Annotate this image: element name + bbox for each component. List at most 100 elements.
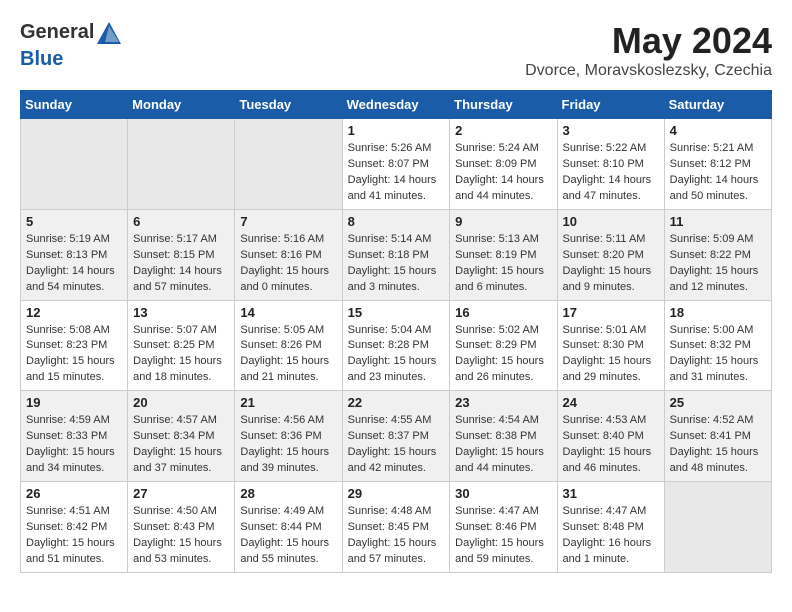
day-info: Sunrise: 4:52 AMSunset: 8:41 PMDaylight:… <box>670 413 766 477</box>
day-header-thursday: Thursday <box>450 91 557 119</box>
calendar-body: 1 Sunrise: 5:26 AMSunset: 8:07 PMDaylight… <box>21 119 772 573</box>
day-number: 23 <box>455 395 551 410</box>
day-number: 13 <box>133 305 229 320</box>
calendar-cell: 4 Sunrise: 5:21 AMSunset: 8:12 PMDaylight… <box>664 119 771 210</box>
day-info: Sunrise: 4:59 AMSunset: 8:33 PMDaylight:… <box>26 413 122 477</box>
day-number: 5 <box>26 214 122 229</box>
calendar-cell: 11Sunrise: 5:09 AMSunset: 8:22 PMDayligh… <box>664 209 771 300</box>
calendar-cell: 2Sunrise: 5:24 AMSunset: 8:09 PMDaylight… <box>450 119 557 210</box>
day-number: 1 <box>348 123 445 138</box>
calendar-cell <box>664 482 771 573</box>
day-info: Sunrise: 5:21 AMSunset: 8:12 PMDaylight:… <box>670 141 766 205</box>
calendar-cell: 9 Sunrise: 5:13 AMSunset: 8:19 PMDaylight… <box>450 209 557 300</box>
calendar-cell: 20Sunrise: 4:57 AMSunset: 8:34 PMDayligh… <box>128 391 235 482</box>
calendar-week-5: 26 Sunrise: 4:51 AMSunset: 8:42 PMDayligh… <box>21 482 772 573</box>
day-header-monday: Monday <box>128 91 235 119</box>
day-info: Sunrise: 5:00 AMSunset: 8:32 PMDaylight:… <box>670 323 766 387</box>
calendar-week-4: 19 Sunrise: 4:59 AMSunset: 8:33 PMDayligh… <box>21 391 772 482</box>
calendar-cell: 21Sunrise: 4:56 AMSunset: 8:36 PMDayligh… <box>235 391 342 482</box>
calendar-cell <box>128 119 235 210</box>
day-number: 3 <box>563 123 659 138</box>
calendar-cell: 16Sunrise: 5:02 AMSunset: 8:29 PMDayligh… <box>450 300 557 391</box>
calendar-cell: 8Sunrise: 5:14 AMSunset: 8:18 PMDaylight… <box>342 209 450 300</box>
day-number: 25 <box>670 395 766 410</box>
day-number: 28 <box>240 486 336 501</box>
calendar-cell: 19 Sunrise: 4:59 AMSunset: 8:33 PMDayligh… <box>21 391 128 482</box>
day-info: Sunrise: 5:05 AMSunset: 8:26 PMDaylight:… <box>240 323 336 387</box>
calendar-cell: 27 Sunrise: 4:50 AMSunset: 8:43 PMDayligh… <box>128 482 235 573</box>
calendar-cell: 14 Sunrise: 5:05 AMSunset: 8:26 PMDayligh… <box>235 300 342 391</box>
calendar-cell: 22Sunrise: 4:55 AMSunset: 8:37 PMDayligh… <box>342 391 450 482</box>
day-number: 6 <box>133 214 229 229</box>
calendar-cell: 12Sunrise: 5:08 AMSunset: 8:23 PMDayligh… <box>21 300 128 391</box>
title-section: May 2024 Dvorce, Moravskoslezsky, Czechi… <box>525 20 772 80</box>
calendar-cell: 24 Sunrise: 4:53 AMSunset: 8:40 PMDayligh… <box>557 391 664 482</box>
day-info: Sunrise: 4:47 AMSunset: 8:48 PMDaylight:… <box>563 504 659 568</box>
day-number: 9 <box>455 214 551 229</box>
day-info: Sunrise: 5:19 AMSunset: 8:13 PMDaylight:… <box>26 232 122 296</box>
calendar-cell: 7 Sunrise: 5:16 AMSunset: 8:16 PMDaylight… <box>235 209 342 300</box>
calendar-cell: 6 Sunrise: 5:17 AMSunset: 8:15 PMDaylight… <box>128 209 235 300</box>
calendar-cell: 17 Sunrise: 5:01 AMSunset: 8:30 PMDayligh… <box>557 300 664 391</box>
day-info: Sunrise: 5:17 AMSunset: 8:15 PMDaylight:… <box>133 232 229 296</box>
logo-text: General Blue <box>20 20 124 71</box>
calendar-cell: 23 Sunrise: 4:54 AMSunset: 8:38 PMDayligh… <box>450 391 557 482</box>
day-info: Sunrise: 4:47 AMSunset: 8:46 PMDaylight:… <box>455 504 551 568</box>
day-info: Sunrise: 4:49 AMSunset: 8:44 PMDaylight:… <box>240 504 336 568</box>
logo-icon <box>95 20 123 48</box>
day-number: 20 <box>133 395 229 410</box>
page-header: General Blue May 2024 Dvorce, Moravskosl… <box>20 20 772 80</box>
day-info: Sunrise: 5:01 AMSunset: 8:30 PMDaylight:… <box>563 323 659 387</box>
day-number: 7 <box>240 214 336 229</box>
day-info: Sunrise: 5:26 AMSunset: 8:07 PMDaylight:… <box>348 141 445 205</box>
day-info: Sunrise: 4:50 AMSunset: 8:43 PMDaylight:… <box>133 504 229 568</box>
day-info: Sunrise: 4:48 AMSunset: 8:45 PMDaylight:… <box>348 504 445 568</box>
calendar-cell <box>235 119 342 210</box>
day-info: Sunrise: 4:53 AMSunset: 8:40 PMDaylight:… <box>563 413 659 477</box>
calendar-cell: 29Sunrise: 4:48 AMSunset: 8:45 PMDayligh… <box>342 482 450 573</box>
day-info: Sunrise: 5:02 AMSunset: 8:29 PMDaylight:… <box>455 323 551 387</box>
day-info: Sunrise: 4:54 AMSunset: 8:38 PMDaylight:… <box>455 413 551 477</box>
day-info: Sunrise: 5:14 AMSunset: 8:18 PMDaylight:… <box>348 232 445 296</box>
calendar-cell: 28 Sunrise: 4:49 AMSunset: 8:44 PMDayligh… <box>235 482 342 573</box>
day-number: 2 <box>455 123 551 138</box>
calendar-cell: 25 Sunrise: 4:52 AMSunset: 8:41 PMDayligh… <box>664 391 771 482</box>
day-info: Sunrise: 5:08 AMSunset: 8:23 PMDaylight:… <box>26 323 122 387</box>
calendar-cell: 1 Sunrise: 5:26 AMSunset: 8:07 PMDaylight… <box>342 119 450 210</box>
header-row: SundayMondayTuesdayWednesdayThursdayFrid… <box>21 91 772 119</box>
calendar-cell: 18 Sunrise: 5:00 AMSunset: 8:32 PMDayligh… <box>664 300 771 391</box>
day-number: 30 <box>455 486 551 501</box>
day-info: Sunrise: 5:11 AMSunset: 8:20 PMDaylight:… <box>563 232 659 296</box>
day-number: 31 <box>563 486 659 501</box>
day-number: 4 <box>670 123 766 138</box>
calendar-table: SundayMondayTuesdayWednesdayThursdayFrid… <box>20 90 772 573</box>
calendar-week-1: 1 Sunrise: 5:26 AMSunset: 8:07 PMDaylight… <box>21 119 772 210</box>
day-header-friday: Friday <box>557 91 664 119</box>
calendar-cell: 15Sunrise: 5:04 AMSunset: 8:28 PMDayligh… <box>342 300 450 391</box>
day-number: 21 <box>240 395 336 410</box>
calendar-cell: 3Sunrise: 5:22 AMSunset: 8:10 PMDaylight… <box>557 119 664 210</box>
location: Dvorce, Moravskoslezsky, Czechia <box>525 62 772 80</box>
calendar-week-2: 5 Sunrise: 5:19 AMSunset: 8:13 PMDaylight… <box>21 209 772 300</box>
day-number: 18 <box>670 305 766 320</box>
day-info: Sunrise: 5:07 AMSunset: 8:25 PMDaylight:… <box>133 323 229 387</box>
calendar-cell: 13 Sunrise: 5:07 AMSunset: 8:25 PMDayligh… <box>128 300 235 391</box>
day-number: 14 <box>240 305 336 320</box>
day-header-saturday: Saturday <box>664 91 771 119</box>
day-info: Sunrise: 5:16 AMSunset: 8:16 PMDaylight:… <box>240 232 336 296</box>
day-header-tuesday: Tuesday <box>235 91 342 119</box>
calendar-cell: 30 Sunrise: 4:47 AMSunset: 8:46 PMDayligh… <box>450 482 557 573</box>
logo: General Blue <box>20 20 124 71</box>
day-info: Sunrise: 5:13 AMSunset: 8:19 PMDaylight:… <box>455 232 551 296</box>
day-header-sunday: Sunday <box>21 91 128 119</box>
day-number: 26 <box>26 486 122 501</box>
day-number: 17 <box>563 305 659 320</box>
day-number: 19 <box>26 395 122 410</box>
month-title: May 2024 <box>525 20 772 62</box>
day-number: 27 <box>133 486 229 501</box>
day-info: Sunrise: 5:04 AMSunset: 8:28 PMDaylight:… <box>348 323 445 387</box>
calendar-cell: 31 Sunrise: 4:47 AMSunset: 8:48 PMDayligh… <box>557 482 664 573</box>
day-number: 24 <box>563 395 659 410</box>
day-info: Sunrise: 4:55 AMSunset: 8:37 PMDaylight:… <box>348 413 445 477</box>
day-info: Sunrise: 4:51 AMSunset: 8:42 PMDaylight:… <box>26 504 122 568</box>
